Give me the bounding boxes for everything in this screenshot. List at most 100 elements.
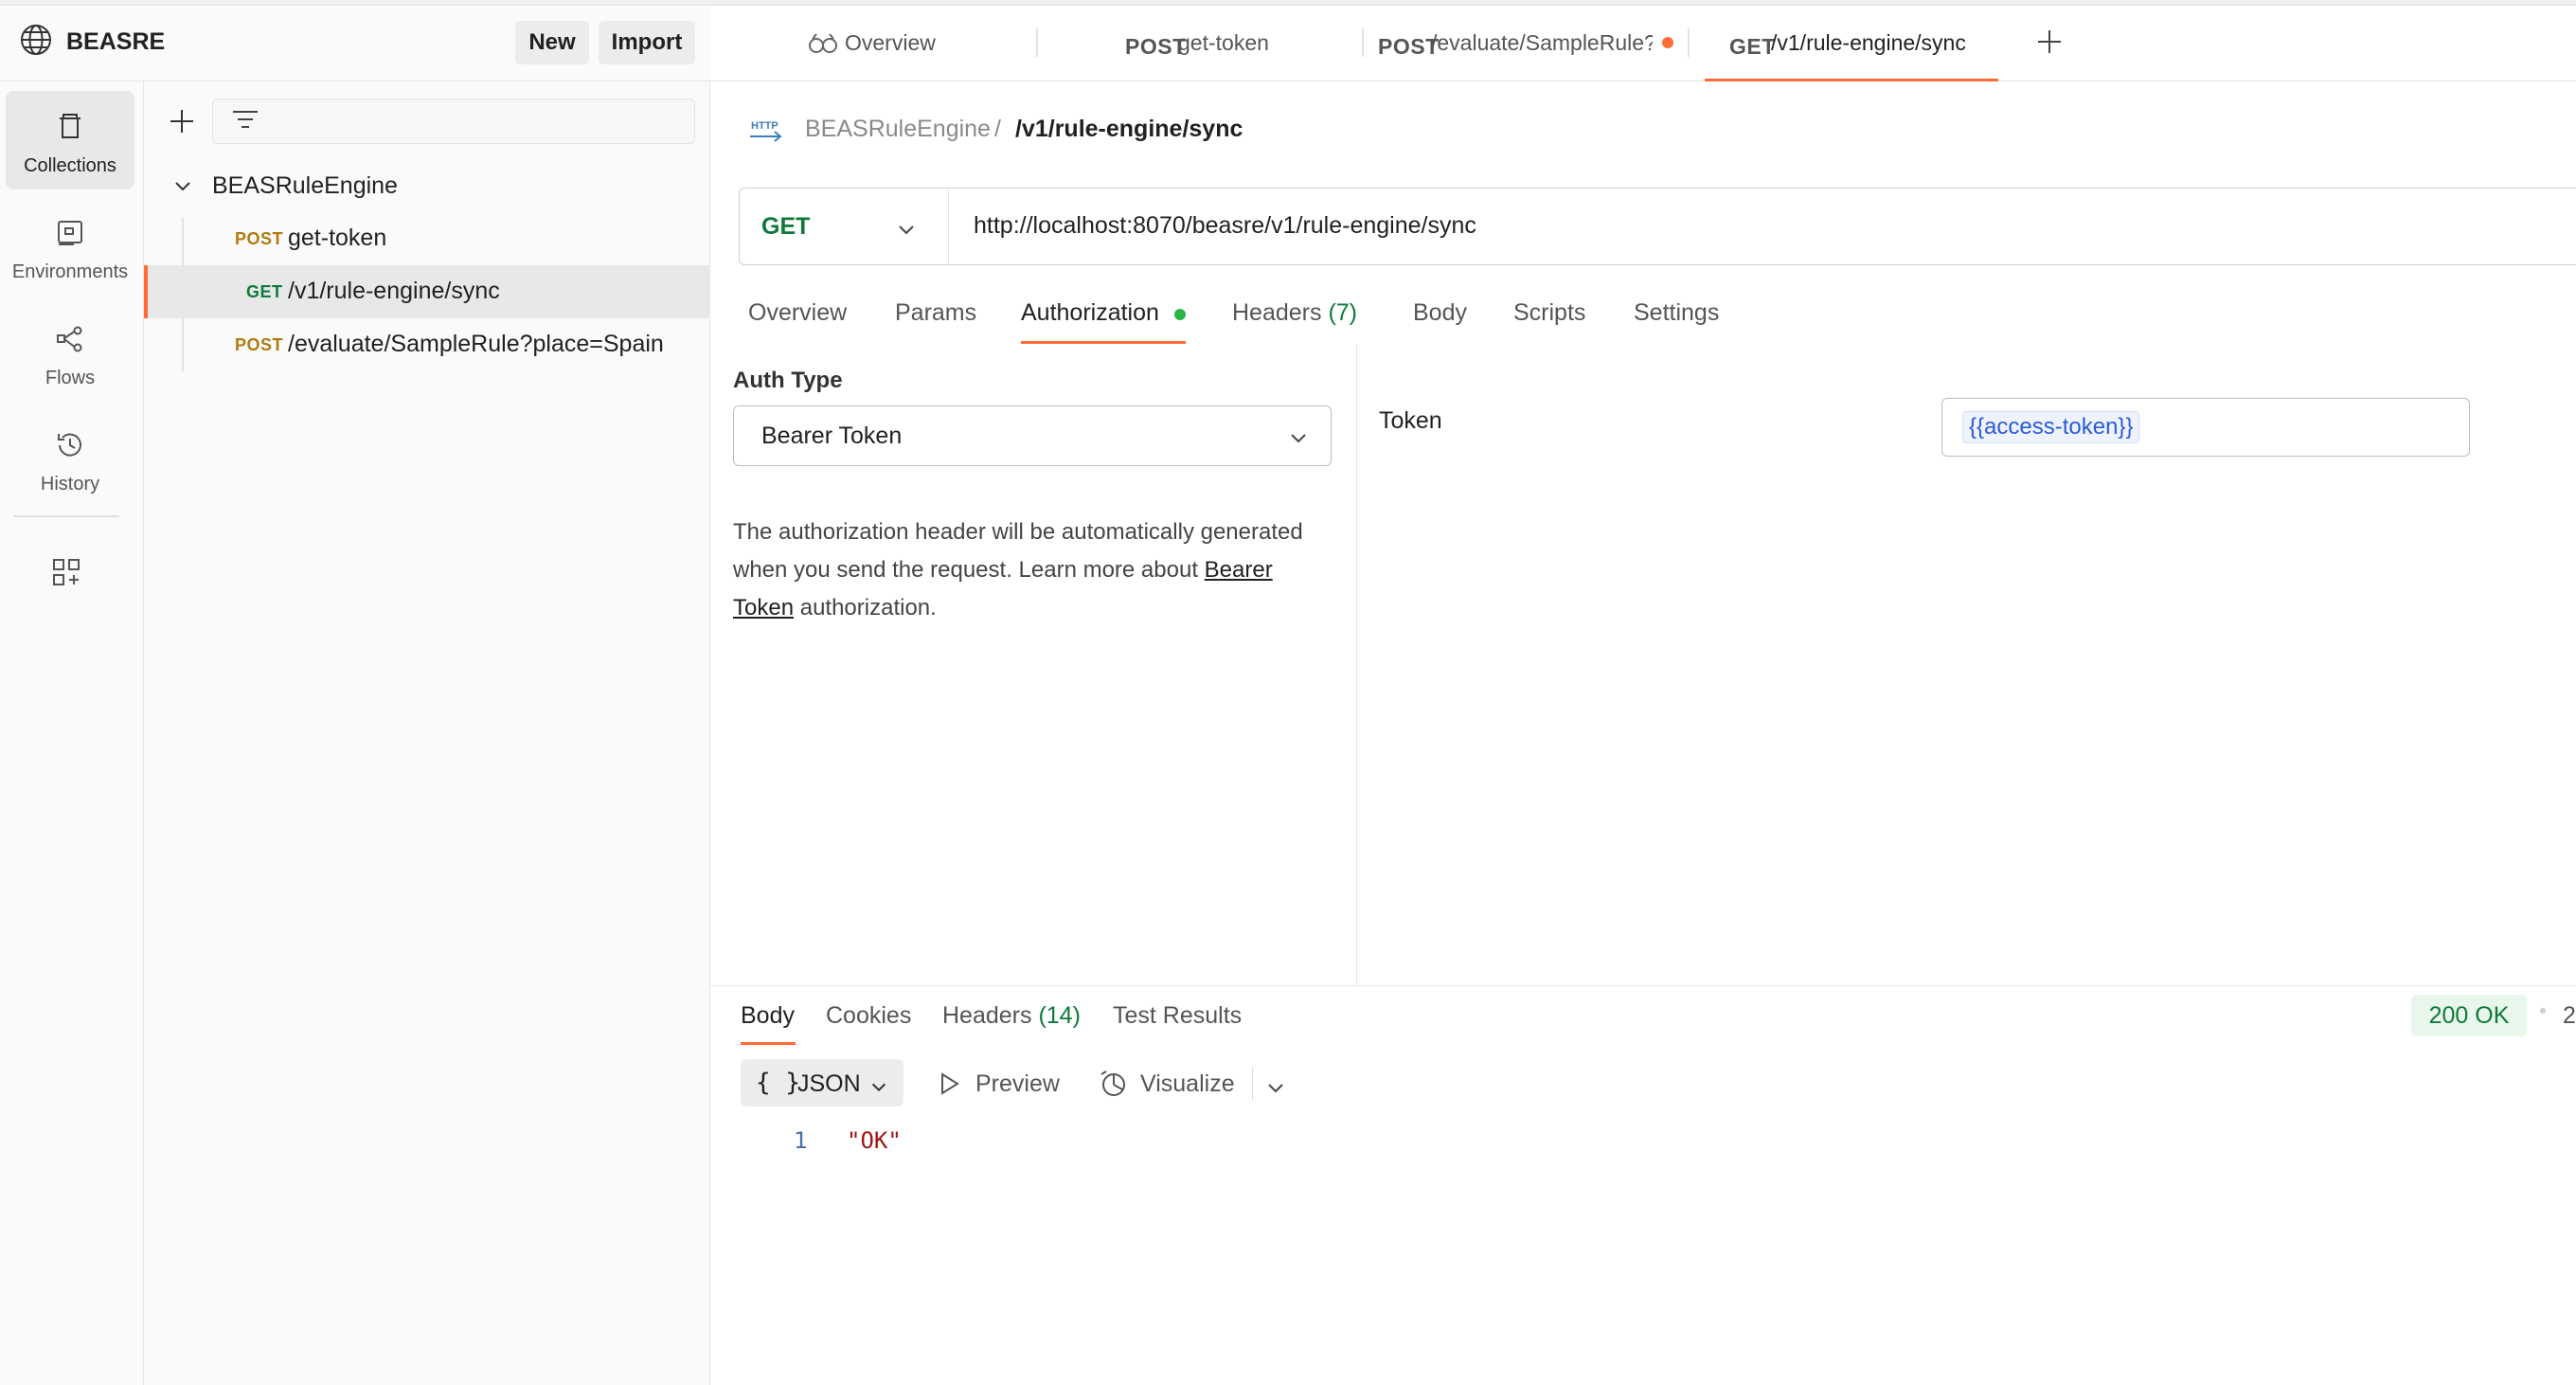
preview-button[interactable]: Preview xyxy=(975,1070,1060,1098)
tab-active-underline xyxy=(1021,341,1186,344)
tab-cookies[interactable]: Cookies xyxy=(826,1002,911,1030)
add-collection-icon[interactable] xyxy=(165,104,199,138)
toolbar-divider xyxy=(1252,1067,1253,1101)
new-tab-icon[interactable] xyxy=(2034,27,2065,57)
sidebar-item-label: Environments xyxy=(11,261,129,282)
token-label: Token xyxy=(1379,407,1442,434)
new-button[interactable]: New xyxy=(515,21,589,64)
unsaved-dot xyxy=(1662,37,1673,48)
chevron-down-icon xyxy=(869,1078,888,1097)
collection-name: BEASRuleEngine xyxy=(212,172,398,199)
chevron-down-icon xyxy=(896,220,917,241)
response-time[interactable]: 2 xyxy=(2563,1002,2576,1030)
tab-settings[interactable]: Settings xyxy=(1634,299,1719,327)
status-badge[interactable]: 200 OK xyxy=(2411,995,2527,1036)
tab-body[interactable]: Body xyxy=(1413,299,1467,327)
sidebar-item-label: Flows xyxy=(45,368,96,388)
request-path: /evaluate/SampleRule?place=Spain xyxy=(288,331,664,357)
tab-label: Overview xyxy=(845,30,936,55)
tab-response-headers[interactable]: Headers (14) xyxy=(942,1002,1081,1030)
token-variable: {{access-token}} xyxy=(1962,411,2140,443)
tab-test-results[interactable]: Test Results xyxy=(1113,1002,1242,1030)
tab-sync[interactable]: GET /v1/rule-engine/sync xyxy=(1729,6,2004,81)
tab-scripts[interactable]: Scripts xyxy=(1513,299,1585,327)
code-line-value[interactable]: "OK" xyxy=(847,1127,902,1154)
method-label: POST xyxy=(235,229,284,248)
tab-params[interactable]: Params xyxy=(895,299,976,327)
response-headers-count: (14) xyxy=(1038,1002,1081,1029)
add-apps-icon[interactable] xyxy=(51,557,81,587)
sidebar-item-label: Collections xyxy=(24,155,116,176)
code-line-number: 1 xyxy=(794,1127,808,1154)
filter-icon xyxy=(231,108,259,133)
tree-request-sync[interactable]: GET /v1/rule-engine/sync xyxy=(144,265,710,318)
auth-type-value: Bearer Token xyxy=(761,423,903,449)
method-label: GET xyxy=(1729,34,1776,59)
method-label: POST xyxy=(1378,34,1440,59)
tab-active-underline xyxy=(1705,79,1998,81)
environment-icon xyxy=(55,218,85,248)
tab-headers-label: Headers xyxy=(1232,299,1322,326)
request-path: /v1/rule-engine/sync xyxy=(288,278,500,304)
active-indicator xyxy=(144,265,148,318)
tab-response-body[interactable]: Body xyxy=(741,1002,795,1030)
visualize-button[interactable]: Visualize xyxy=(1140,1070,1235,1098)
globe-icon xyxy=(19,23,53,57)
method-label: POST xyxy=(235,335,284,354)
breadcrumb-separator: / xyxy=(994,116,1001,142)
tab-divider xyxy=(1036,28,1038,57)
tree-request-get-token[interactable]: POST get-token xyxy=(144,212,710,265)
chevron-down-icon xyxy=(1288,428,1309,449)
auth-desc-suffix: authorization. xyxy=(794,595,937,621)
tab-divider xyxy=(1688,28,1690,57)
tab-label: /v1/rule-engine/sync xyxy=(1771,30,1966,55)
braces-icon: { } xyxy=(756,1069,800,1097)
auth-panel-divider xyxy=(1356,345,1357,985)
headers-count: (7) xyxy=(1328,299,1358,326)
play-icon[interactable] xyxy=(938,1070,962,1097)
sidebar-item-label: History xyxy=(40,474,100,495)
overview-icon xyxy=(807,32,839,55)
http-icon-text: HTTP xyxy=(751,120,778,132)
method-label: GET xyxy=(246,282,283,301)
tab-response-headers-label: Headers xyxy=(942,1002,1032,1029)
collection-filter-input[interactable] xyxy=(212,99,695,144)
sidebar-item-environments[interactable]: Environments xyxy=(6,197,134,296)
breadcrumb-collection[interactable]: BEASRuleEngine xyxy=(805,116,991,143)
tab-get-token[interactable]: POST get-token xyxy=(1125,6,1315,81)
sidebar-divider xyxy=(13,515,119,517)
tree-request-evaluate[interactable]: POST /evaluate/SampleRule?place=Spain xyxy=(144,318,710,371)
tab-label: /evaluate/SampleRule? xyxy=(1431,30,1653,55)
tab-overview[interactable]: Overview xyxy=(805,6,1032,81)
method-label: POST xyxy=(1125,34,1187,59)
history-icon xyxy=(55,430,85,460)
auth-description: The authorization header will be automat… xyxy=(733,513,1320,627)
import-button[interactable]: Import xyxy=(599,21,695,64)
auth-active-dot xyxy=(1174,309,1186,320)
request-path: get-token xyxy=(288,225,387,251)
tab-divider xyxy=(1362,28,1364,57)
response-divider xyxy=(710,985,2576,986)
workspace-name: BEASRE xyxy=(66,28,166,55)
breadcrumb-request[interactable]: /v1/rule-engine/sync xyxy=(1015,116,1243,143)
tab-evaluate[interactable]: POST /evaluate/SampleRule? xyxy=(1378,6,1653,81)
format-value: JSON xyxy=(797,1070,861,1097)
url-input[interactable] xyxy=(974,212,2565,240)
tab-request-overview[interactable]: Overview xyxy=(748,299,847,327)
sidebar-item-flows[interactable]: Flows xyxy=(6,303,134,402)
sidebar-item-collections[interactable]: Collections xyxy=(6,91,134,189)
http-icon: HTTP xyxy=(748,116,782,144)
sidebar-item-history[interactable]: History xyxy=(6,409,134,508)
flows-icon xyxy=(55,324,85,354)
chevron-down-icon[interactable] xyxy=(1265,1078,1286,1099)
tab-active-underline xyxy=(741,1042,796,1045)
auth-type-label: Auth Type xyxy=(733,368,843,393)
visualize-icon[interactable] xyxy=(1099,1069,1129,1099)
chevron-down-icon[interactable] xyxy=(172,176,193,197)
status-separator xyxy=(2540,1008,2546,1014)
method-select-value: GET xyxy=(761,213,811,240)
tab-authorization[interactable]: Authorization xyxy=(1021,299,1159,327)
tab-label: get-token xyxy=(1178,30,1269,55)
trash-can-icon xyxy=(55,112,85,142)
tab-headers[interactable]: Headers (7) xyxy=(1232,299,1357,327)
